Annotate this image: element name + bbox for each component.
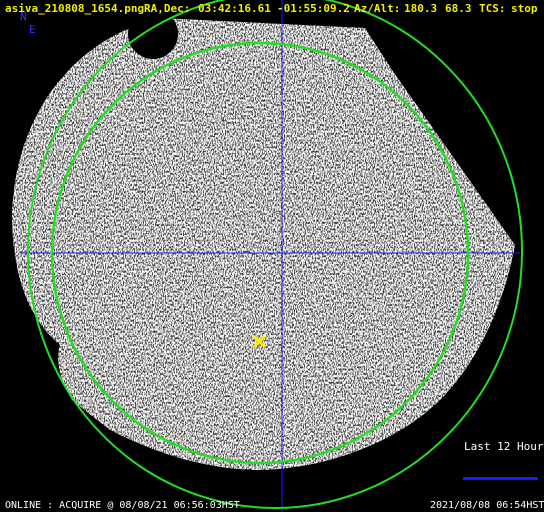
radec-label: RA,Dec:: [144, 2, 191, 15]
status-line: ONLINE : ACQUIRE @ 08/08/21 06:56:03HST: [5, 500, 240, 511]
tcs-status: stop: [511, 2, 538, 15]
north-indicator: N: [20, 10, 27, 23]
ra-value: 03:42:16.61: [198, 2, 271, 15]
alt-value: 68.3: [445, 2, 472, 15]
image-timestamp: 2021/08/08 06:54HST: [430, 500, 544, 511]
azalt-label: Az/Alt:: [354, 2, 401, 15]
tcs-label: TCS:: [479, 2, 506, 15]
legend-bar: [463, 477, 538, 480]
all-sky-camera-view: [0, 0, 544, 512]
az-value: 180.3: [404, 2, 438, 15]
legend-label: Last 12 Hours: [464, 440, 544, 453]
east-indicator: E: [29, 23, 36, 36]
obstruction-notch: [128, 9, 178, 59]
dec-value: -01:55:09.2: [277, 2, 350, 15]
